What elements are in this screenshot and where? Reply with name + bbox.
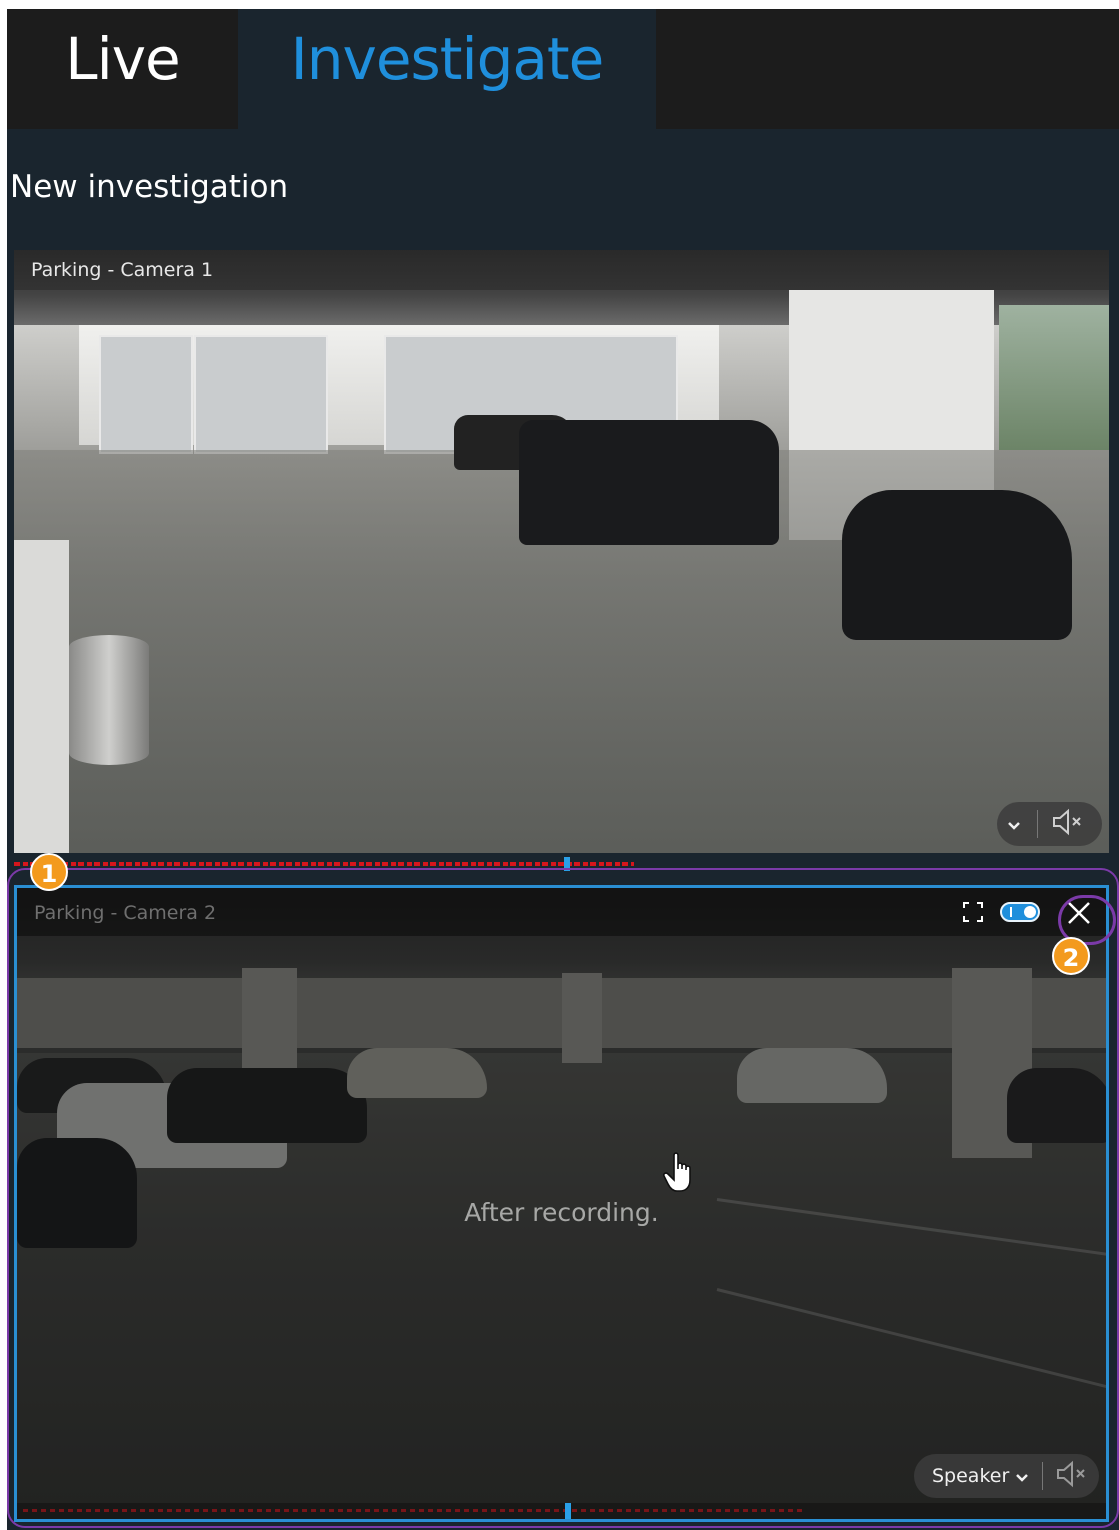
callout-badge-1: 1 xyxy=(30,853,68,891)
investigation-app: Live Investigate New investigation Parki… xyxy=(7,9,1119,1530)
tab-investigate[interactable]: Investigate xyxy=(238,9,656,129)
camera-2-view[interactable]: Parking - Camera 2 After recording. Spea… xyxy=(14,885,1109,1522)
pill-divider xyxy=(1042,1462,1043,1490)
fullscreen-icon[interactable] xyxy=(962,901,984,923)
camera-2-label: Parking - Camera 2 xyxy=(34,902,217,924)
camera-1-label: Parking - Camera 1 xyxy=(31,259,214,281)
camera-1-audio-control xyxy=(997,802,1102,846)
scene-window xyxy=(999,305,1109,450)
scene-glass-door xyxy=(99,335,193,454)
camera-2-timeline[interactable] xyxy=(17,1503,1106,1519)
playback-status: After recording. xyxy=(464,1198,659,1227)
scene-pillar xyxy=(14,540,69,853)
toggle-on-mark xyxy=(1010,907,1012,917)
playhead[interactable] xyxy=(565,1503,571,1519)
speaker-muted-icon[interactable] xyxy=(1051,807,1085,842)
scene-glass-door xyxy=(194,335,328,454)
callout-badge-2: 2 xyxy=(1052,937,1090,975)
tab-investigate-label: Investigate xyxy=(290,25,605,93)
toggle-knob xyxy=(1024,906,1036,918)
page-title: New investigation xyxy=(10,169,289,205)
scene-car xyxy=(842,490,1072,640)
pill-divider xyxy=(1037,810,1038,838)
scene-van xyxy=(519,420,779,545)
live-toggle[interactable] xyxy=(1000,902,1040,922)
tab-bar: Live Investigate xyxy=(7,9,1119,129)
camera-2-audio-control: Speaker xyxy=(914,1454,1099,1498)
recording-segments xyxy=(14,862,634,866)
hand-pointer-icon xyxy=(663,1151,699,1195)
tab-live-label: Live xyxy=(65,25,180,93)
camera-1-view[interactable]: Parking - Camera 1 xyxy=(14,250,1109,853)
scene-bin xyxy=(69,635,149,765)
speaker-muted-icon[interactable] xyxy=(1055,1459,1089,1494)
speaker-select-label[interactable]: Speaker xyxy=(914,1465,1009,1487)
recording-segments xyxy=(23,1509,803,1512)
chevron-down-icon[interactable] xyxy=(1015,1464,1029,1488)
chevron-down-icon[interactable] xyxy=(997,812,1031,836)
tab-live[interactable]: Live xyxy=(7,9,238,129)
